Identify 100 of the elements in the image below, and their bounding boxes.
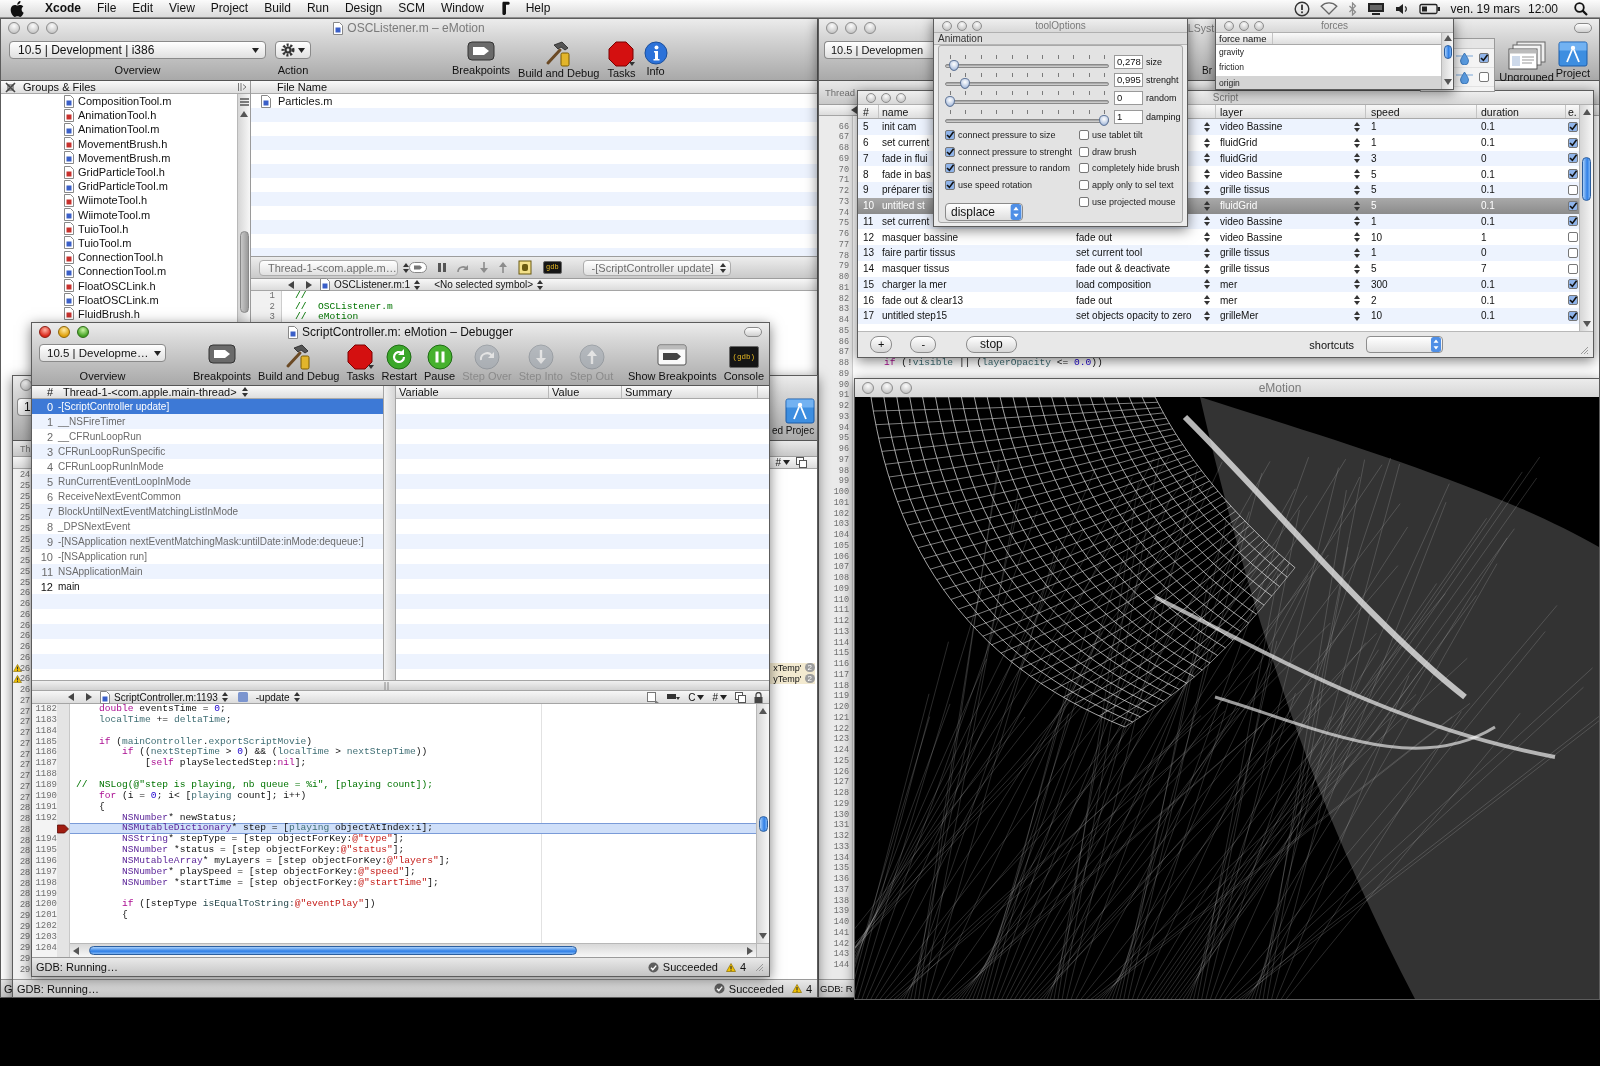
file-name[interactable]: CompositionTool.m [78,95,172,108]
menu-item[interactable]: Edit [124,0,162,17]
checkbox[interactable] [1568,137,1578,148]
stepper-icon[interactable] [1354,216,1360,227]
stepper-icon[interactable] [1204,216,1210,227]
toolbar-button[interactable]: Breakpoints [192,344,253,383]
copy-icon[interactable] [796,457,807,468]
checkbox[interactable] [1568,295,1578,306]
force-row[interactable]: origin [1216,75,1441,89]
wifi-icon[interactable] [1319,2,1338,15]
overview-popup[interactable]: 10.5 | Developmen [824,41,935,59]
scroll-arrow-icon[interactable] [240,111,248,117]
menu-item[interactable]: Run [298,0,337,17]
value-field[interactable]: 0,995 [1114,73,1143,87]
close-button[interactable] [20,379,32,391]
stepper-icon[interactable] [1354,200,1360,211]
slider-thumb[interactable] [945,96,955,107]
bluetooth-icon[interactable] [1347,1,1357,16]
resize-grip-icon[interactable] [1579,345,1589,355]
slider[interactable] [945,54,1109,72]
toolbar-button[interactable]: Tasks [606,41,637,77]
stack-row[interactable]: 3 CFRunLoopRunSpecific [32,444,383,459]
minimize-button[interactable] [27,22,39,34]
toolbar-button[interactable]: Restart [380,344,419,383]
display-icon[interactable] [1366,1,1385,16]
checkbox[interactable] [1568,216,1578,227]
close-button[interactable] [1224,20,1234,31]
zoom-button[interactable] [77,326,89,338]
menu-item[interactable]: Window [432,0,492,17]
toolbar-button[interactable]: Show Breakpoints [626,344,718,383]
menu-item[interactable]: Help [517,0,559,17]
minimize-button[interactable] [957,20,967,31]
stepper-icon[interactable] [1204,279,1210,290]
minimize-button[interactable] [1239,20,1249,31]
toolbar-button[interactable]: Project [1554,41,1591,77]
add-button[interactable]: + [870,336,893,353]
menu-button[interactable]: # [712,691,727,703]
toolbar-button[interactable]: Info [642,41,669,77]
bookmark-icon[interactable] [647,691,660,703]
slider[interactable] [945,109,1109,127]
scroll-arrow-icon[interactable] [1443,35,1452,41]
menu-item[interactable]: Xcode [37,0,89,17]
stack-row[interactable]: 12 main [32,579,383,594]
close-button[interactable] [8,22,20,34]
checkbox[interactable] [945,180,955,191]
checkbox[interactable] [1079,146,1089,157]
stepper-icon[interactable] [1204,232,1210,243]
slider-thumb[interactable] [1099,115,1109,126]
menu-button[interactable]: # [775,457,790,468]
checkbox[interactable] [1568,169,1578,180]
force-row[interactable]: friction [1216,60,1441,76]
minimize-button[interactable] [881,92,891,103]
stack-row[interactable]: 9 -[NSApplication nextEventMatchingMask:untilDate:inMode:dequeue:] [32,534,383,549]
checkbox[interactable] [1079,180,1089,191]
symbol-popup[interactable]: -update [255,691,300,703]
stepper-icon[interactable] [1354,153,1360,164]
list-icon[interactable] [239,98,249,106]
toolbar-button[interactable]: Build and Debug [257,344,341,383]
file-name[interactable]: GridParticleTool.m [78,180,168,193]
checkbox[interactable] [945,146,955,157]
scroll-thumb[interactable] [758,815,768,832]
file-name[interactable]: TuioTool.h [78,222,129,235]
class-menu-icon[interactable] [667,693,681,701]
volume-icon[interactable] [1394,2,1409,15]
checkbox[interactable] [1079,196,1089,207]
search-icon[interactable] [1574,1,1588,16]
stepper-icon[interactable] [1204,184,1210,195]
stepper-icon[interactable] [1354,232,1360,243]
stack-row[interactable]: 10 -[NSApplication run] [32,549,383,564]
file-name[interactable]: AnimationTool.m [78,123,160,136]
stop-button[interactable]: stop [966,336,1017,353]
scroll-thumb[interactable] [1443,45,1452,59]
step-out-icon[interactable] [499,262,507,273]
scrollbar[interactable] [756,704,769,943]
resize-grip-icon[interactable] [754,962,764,972]
minimize-button[interactable] [845,22,857,34]
zoom-button[interactable] [46,22,58,34]
close-button[interactable] [39,326,51,338]
toolbar-button[interactable]: Br [1201,41,1213,77]
copy-icon[interactable] [735,691,746,703]
value-field[interactable]: 0,278 [1114,55,1143,69]
menu-item[interactable]: Design [336,0,391,17]
scrollbar[interactable] [1441,33,1453,89]
overview-popup[interactable]: 10.5 | Developme… [39,344,166,362]
stack-row[interactable]: 6 ReceiveNextEventCommon [32,489,383,504]
scroll-arrow-icon[interactable] [1582,321,1591,327]
file-name[interactable]: Particles.m [278,95,333,107]
file-name[interactable]: MovementBrush.h [78,137,168,150]
menu-button[interactable]: C [688,691,705,703]
file-name[interactable]: FloatOSCLink.h [78,279,156,292]
stepper-icon[interactable] [1204,295,1210,306]
checkbox[interactable] [1568,184,1578,195]
close-button[interactable] [826,22,838,34]
stepper-icon[interactable] [1354,169,1360,180]
checkbox[interactable] [1079,130,1089,141]
scroll-arrow-icon[interactable] [759,708,767,714]
zoom-button[interactable] [972,20,982,31]
checkbox[interactable] [1568,263,1578,274]
shortcuts-popup[interactable] [1366,336,1443,353]
alert-icon[interactable] [1293,0,1310,17]
